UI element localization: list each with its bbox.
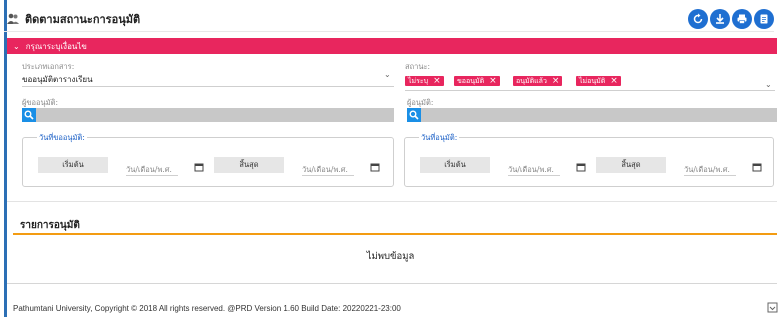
refresh-icon[interactable] (688, 9, 708, 29)
footer-divider (7, 283, 777, 284)
calendar-icon[interactable] (194, 162, 204, 174)
approve-date-legend: วันที่อนุมัติ: (419, 132, 460, 144)
chevron-down-icon[interactable]: ⌄ (765, 80, 772, 89)
section-divider (7, 201, 777, 202)
chevron-down-icon[interactable]: ⌄ (384, 70, 391, 79)
start-date-underline (508, 175, 560, 176)
status-underline (405, 90, 775, 91)
end-date-button[interactable]: สิ้นสุด (214, 157, 284, 173)
header-actions (688, 9, 774, 29)
start-date-button[interactable]: เริ่มต้น (420, 157, 490, 173)
start-date-button[interactable]: เริ่มต้น (38, 157, 108, 173)
page-header: ติดตามสถานะการอนุมัติ (4, 6, 774, 32)
approver-input[interactable] (407, 108, 777, 122)
end-date-underline (302, 175, 354, 176)
empty-state: ไม่พบข้อมูล (366, 251, 415, 262)
status-chip[interactable]: ขออนุมัติ × (454, 76, 500, 86)
status-chip[interactable]: ไม่ระบุ × (405, 76, 444, 86)
doc-type-underline (22, 86, 394, 87)
page-title: ติดตามสถานะการอนุมัติ (25, 12, 141, 26)
filter-toggle[interactable]: ⌄ กรุณาระบุเงื่อนไข (7, 38, 777, 54)
end-date-underline (684, 175, 736, 176)
end-date-button[interactable]: สิ้นสุด (596, 157, 666, 173)
filter-band-label: กรุณาระบุเงื่อนไข (25, 41, 87, 51)
list-title-underline (13, 233, 777, 235)
status-chip[interactable]: ไม่อนุมัติ × (576, 76, 621, 86)
search-icon[interactable] (22, 108, 36, 122)
people-icon (6, 12, 20, 26)
status-label: สถานะ: (405, 62, 431, 71)
calendar-icon[interactable] (752, 162, 762, 174)
search-icon[interactable] (407, 108, 421, 122)
close-icon[interactable]: × (433, 77, 441, 86)
expand-icon[interactable] (767, 302, 778, 315)
doc-type-label: ประเภทเอกสาร: (22, 62, 75, 71)
status-chip[interactable]: อนุมัติแล้ว × (513, 76, 563, 86)
calendar-icon[interactable] (576, 162, 586, 174)
request-date-group: วันที่ขออนุมัติ: เริ่มต้น วัน/เดือน/พ.ศ.… (22, 132, 394, 187)
chevron-down-icon: ⌄ (13, 41, 20, 51)
close-icon[interactable]: × (610, 77, 618, 86)
doc-type-select[interactable]: ขออนุมัติตารางเรียน (22, 73, 93, 86)
close-icon[interactable]: × (489, 77, 497, 86)
requester-input[interactable] (22, 108, 394, 122)
download-icon[interactable] (710, 9, 730, 29)
print-icon[interactable] (732, 9, 752, 29)
list-title: รายการอนุมัติ (20, 220, 80, 231)
approve-date-group: วันที่อนุมัติ: เริ่มต้น วัน/เดือน/พ.ศ. ส… (404, 132, 774, 187)
calendar-icon[interactable] (370, 162, 380, 174)
document-icon[interactable] (754, 9, 774, 29)
start-date-underline (126, 175, 178, 176)
footer-text: Pathumtani University, Copyright © 2018 … (13, 304, 401, 313)
request-date-legend: วันที่ขออนุมัติ: (37, 132, 87, 144)
close-icon[interactable]: × (552, 77, 560, 86)
